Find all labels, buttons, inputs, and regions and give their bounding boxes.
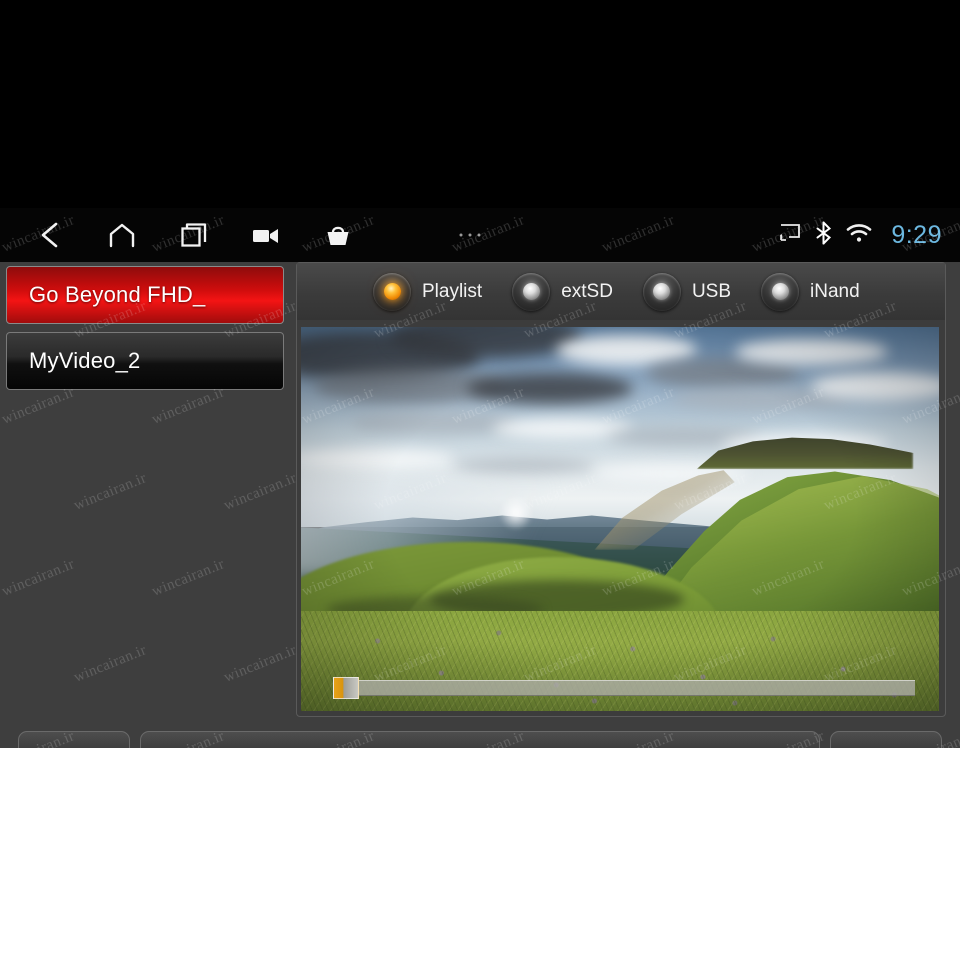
return-arrow-icon	[869, 746, 903, 748]
recents-icon[interactable]	[174, 215, 214, 255]
list-item[interactable]: MyVideo_2	[6, 332, 284, 390]
playlist-item-label: Go Beyond FHD_	[29, 282, 206, 307]
radio-led-icon	[761, 272, 800, 311]
seek-bar[interactable]	[325, 677, 915, 699]
return-button[interactable]	[830, 731, 942, 748]
seek-bar-thumb[interactable]	[333, 677, 359, 699]
more-dots-icon[interactable]	[450, 215, 490, 255]
fast-forward-button[interactable]	[593, 731, 706, 748]
list-item[interactable]: Go Beyond FHD_	[6, 266, 284, 324]
source-label: Playlist	[422, 280, 483, 302]
status-icon-group: 9:29	[779, 208, 942, 262]
source-option-inand[interactable]: iNand	[761, 272, 860, 311]
next-track-button[interactable]	[367, 731, 480, 748]
bluetooth-icon	[815, 221, 832, 250]
source-selector-strip: Playlist extSD USB iNand	[297, 263, 945, 320]
radio-led-icon	[642, 272, 681, 311]
transport-bar	[0, 717, 960, 748]
letterbox-top	[0, 0, 960, 208]
source-option-playlist[interactable]: Playlist	[373, 272, 483, 311]
video-camera-icon[interactable]	[246, 215, 286, 255]
content-panel: Playlist extSD USB iNand	[296, 262, 946, 717]
home-icon	[57, 747, 91, 748]
source-label: iNand	[810, 280, 860, 302]
home-button[interactable]	[18, 731, 130, 748]
navigation-button-group	[30, 208, 490, 262]
device-screen: 9:29 Go Beyond FHD_ MyVideo_2 Playlist e…	[0, 208, 960, 748]
playlist-item-label: MyVideo_2	[29, 348, 141, 373]
android-status-bar: 9:29	[0, 208, 960, 262]
fullscreen-icon	[748, 747, 778, 748]
seek-bar-track[interactable]	[347, 680, 915, 696]
playlist-panel: Go Beyond FHD_ MyVideo_2	[0, 262, 290, 717]
radio-led-icon	[512, 272, 551, 311]
previous-track-button[interactable]	[141, 731, 254, 748]
radio-led-icon	[373, 272, 411, 311]
screenshot-stage: 9:29 Go Beyond FHD_ MyVideo_2 Playlist e…	[0, 0, 960, 960]
fullscreen-button[interactable]	[706, 731, 819, 748]
source-label: USB	[691, 280, 732, 302]
rewind-button[interactable]	[480, 731, 593, 748]
basket-icon[interactable]	[318, 215, 358, 255]
status-clock: 9:29	[891, 220, 942, 249]
video-frame-image	[301, 327, 939, 711]
video-player-app: Go Beyond FHD_ MyVideo_2 Playlist extSD	[0, 262, 960, 748]
pause-button[interactable]	[254, 731, 367, 748]
wifi-icon	[846, 223, 872, 248]
source-option-usb[interactable]: USB	[642, 272, 732, 311]
screen-cast-icon	[779, 223, 801, 247]
source-option-extsd[interactable]: extSD	[512, 272, 613, 311]
video-surface[interactable]	[301, 327, 939, 711]
back-icon[interactable]	[30, 215, 70, 255]
media-button-group	[140, 731, 820, 748]
source-label: extSD	[561, 280, 613, 302]
home-icon[interactable]	[102, 215, 142, 255]
